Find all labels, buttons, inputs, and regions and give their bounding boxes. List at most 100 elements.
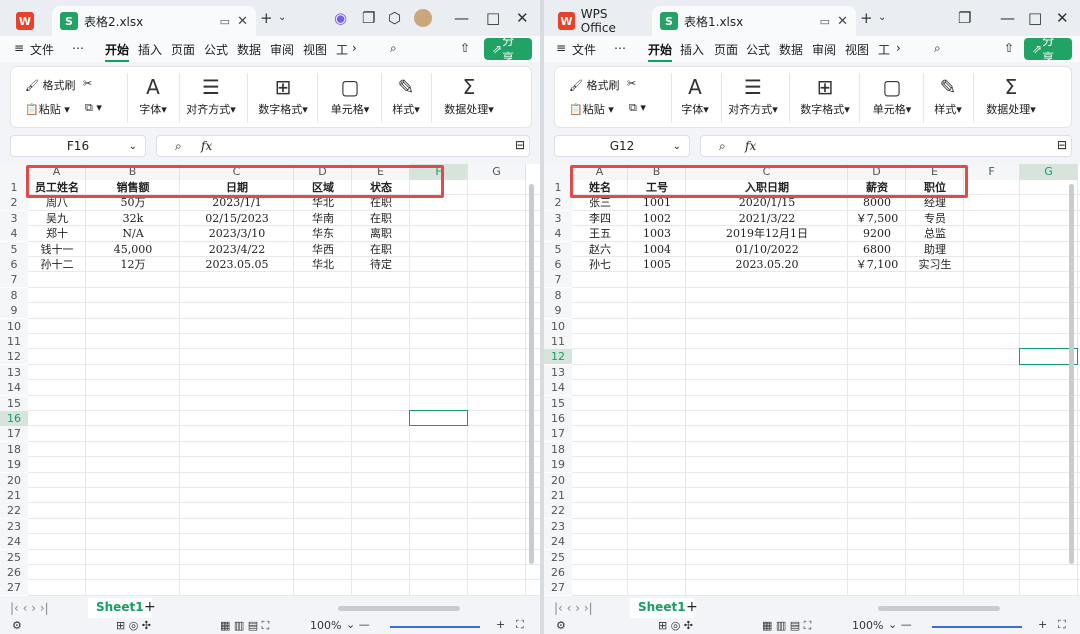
zoom-icon[interactable]: ⌕: [719, 139, 726, 154]
sheet-nav-icons[interactable]: |‹ ‹ › ›|: [554, 601, 593, 615]
menu-insert[interactable]: 插入: [138, 41, 162, 58]
format-painter-button[interactable]: 🖌 格式刷: [569, 77, 619, 93]
row-header[interactable]: 9: [0, 303, 28, 319]
home-tab[interactable]: W WPS Office: [550, 6, 650, 36]
menu-insert[interactable]: 插入: [680, 41, 704, 58]
scissors-icon[interactable]: ✂: [627, 77, 636, 90]
row-header[interactable]: 21: [544, 488, 572, 503]
align-button[interactable]: ☰ 对齐方式▾: [183, 75, 239, 117]
data-cell[interactable]: 待定: [352, 257, 410, 272]
row-header[interactable]: 27: [544, 580, 572, 596]
font-button[interactable]: A 字体▾: [675, 75, 715, 117]
chevron-down-icon[interactable]: ⌄: [878, 9, 886, 27]
row-header[interactable]: 9: [544, 303, 572, 319]
row-header[interactable]: 25: [544, 549, 572, 565]
menu-more[interactable]: ⋯: [72, 41, 84, 55]
menu-formula[interactable]: 公式: [746, 41, 770, 58]
row-header[interactable]: 8: [544, 287, 572, 303]
sheet-tab[interactable]: Sheet1: [88, 598, 152, 618]
data-cell[interactable]: 王五: [572, 226, 628, 241]
menu-view[interactable]: 视图: [845, 41, 869, 58]
row-header[interactable]: 19: [0, 457, 28, 473]
sheet-nav-icons[interactable]: |‹ ‹ › ›|: [10, 601, 49, 615]
chevron-down-icon[interactable]: ⌄: [278, 9, 286, 27]
row-header[interactable]: 3: [0, 210, 28, 226]
row-header[interactable]: 22: [544, 503, 572, 519]
spreadsheet-grid[interactable]: A B C D E F G 1 2 3 4 5 6 7 8 9 10 11 12 13 14 15 16 17 18 19 20 21…: [0, 164, 540, 596]
row-header[interactable]: 4: [544, 226, 572, 242]
restore-tabs-icon[interactable]: ❐: [362, 9, 375, 27]
data-cell[interactable]: 01/10/2022: [686, 242, 848, 257]
data-cell[interactable]: 孙十二: [28, 257, 86, 272]
data-cell[interactable]: 32k: [86, 211, 180, 226]
row-header[interactable]: 2: [544, 195, 572, 211]
data-cell[interactable]: 华东: [294, 226, 352, 241]
data-cell[interactable]: 吴九: [28, 211, 86, 226]
search-icon[interactable]: ⌕: [934, 41, 941, 56]
data-cell[interactable]: 在职: [352, 211, 410, 226]
menu-file[interactable]: 文件: [30, 41, 54, 58]
data-cell[interactable]: 2019年12月1日: [686, 226, 848, 241]
data-cell[interactable]: 1004: [628, 242, 686, 257]
row-header[interactable]: 18: [544, 441, 572, 457]
share-button[interactable]: ⇗ 分享: [1024, 34, 1072, 65]
sheet-tab[interactable]: Sheet1: [630, 598, 694, 618]
row-header[interactable]: 12: [0, 349, 28, 365]
menu-home[interactable]: 开始: [648, 41, 673, 62]
row-header[interactable]: 6: [0, 257, 28, 272]
name-box[interactable]: F16 ⌄: [10, 135, 146, 157]
zoom-chevron-icon[interactable]: ⌄ —: [888, 618, 912, 631]
paste-button[interactable]: 📋粘贴 ▾: [569, 101, 614, 117]
menu-page[interactable]: 页面: [171, 41, 195, 58]
row-header[interactable]: 14: [544, 380, 572, 396]
zoom-in-icon[interactable]: +: [496, 618, 505, 631]
data-cell[interactable]: 华南: [294, 211, 352, 226]
corner-header[interactable]: [544, 164, 572, 180]
data-cell[interactable]: 助理: [906, 242, 964, 257]
menu-review[interactable]: 审阅: [270, 41, 294, 58]
hamburger-icon[interactable]: ≡: [14, 41, 24, 55]
zoom-icon[interactable]: ⌕: [175, 139, 182, 154]
data-cell[interactable]: 2023/4/22: [180, 242, 294, 257]
layout-icons[interactable]: ▦ ▥ ▤ ⛶: [762, 619, 811, 633]
data-cell[interactable]: 在职: [352, 242, 410, 257]
row-header[interactable]: 13: [544, 364, 572, 380]
add-sheet-icon[interactable]: +: [144, 599, 156, 615]
row-header[interactable]: 27: [0, 580, 28, 596]
data-cell[interactable]: 总监: [906, 226, 964, 241]
data-cell[interactable]: 华北: [294, 257, 352, 272]
row-header[interactable]: 4: [0, 226, 28, 242]
data-cell[interactable]: 1002: [628, 211, 686, 226]
macro-icon[interactable]: ⚙: [12, 619, 22, 632]
data-cell[interactable]: 专员: [906, 211, 964, 226]
zoom-slider[interactable]: [932, 626, 1022, 628]
zoom-slider[interactable]: [390, 626, 480, 628]
data-cell[interactable]: 45,000: [86, 242, 180, 257]
data-cell[interactable]: 6800: [848, 242, 906, 257]
menu-home[interactable]: 开始: [105, 41, 130, 62]
data-cell[interactable]: ￥7,500: [848, 211, 906, 226]
row-header[interactable]: 10: [544, 318, 572, 334]
row-header[interactable]: 20: [0, 472, 28, 488]
menu-review[interactable]: 审阅: [812, 41, 836, 58]
number-format-button[interactable]: ⊞ 数字格式▾: [255, 75, 311, 117]
doc-tab[interactable]: S 表格2.xlsx ▭ ✕: [52, 6, 256, 36]
maximize-icon[interactable]: □: [486, 9, 500, 27]
row-header[interactable]: 20: [544, 472, 572, 488]
menu-tools[interactable]: 工: [878, 41, 890, 58]
row-header[interactable]: 16: [0, 411, 28, 426]
view-icons[interactable]: ⊞ ◎ ✣: [116, 619, 151, 632]
row-header[interactable]: 1: [544, 180, 572, 195]
data-cell[interactable]: 02/15/2023: [180, 211, 294, 226]
copy-icon[interactable]: ⧉ ▾: [85, 101, 102, 115]
data-cell[interactable]: 12万: [86, 257, 180, 272]
row-header[interactable]: 23: [544, 518, 572, 534]
horizontal-scrollbar[interactable]: [338, 606, 460, 611]
cell-button[interactable]: ▢ 单元格▾: [327, 75, 373, 117]
data-cell[interactable]: 9200: [848, 226, 906, 241]
row-header[interactable]: 8: [0, 287, 28, 303]
row-header[interactable]: 13: [0, 364, 28, 380]
row-header[interactable]: 14: [0, 380, 28, 396]
formula-bar[interactable]: ⌕ fx ⊟: [700, 135, 1072, 157]
row-header[interactable]: 10: [0, 318, 28, 334]
